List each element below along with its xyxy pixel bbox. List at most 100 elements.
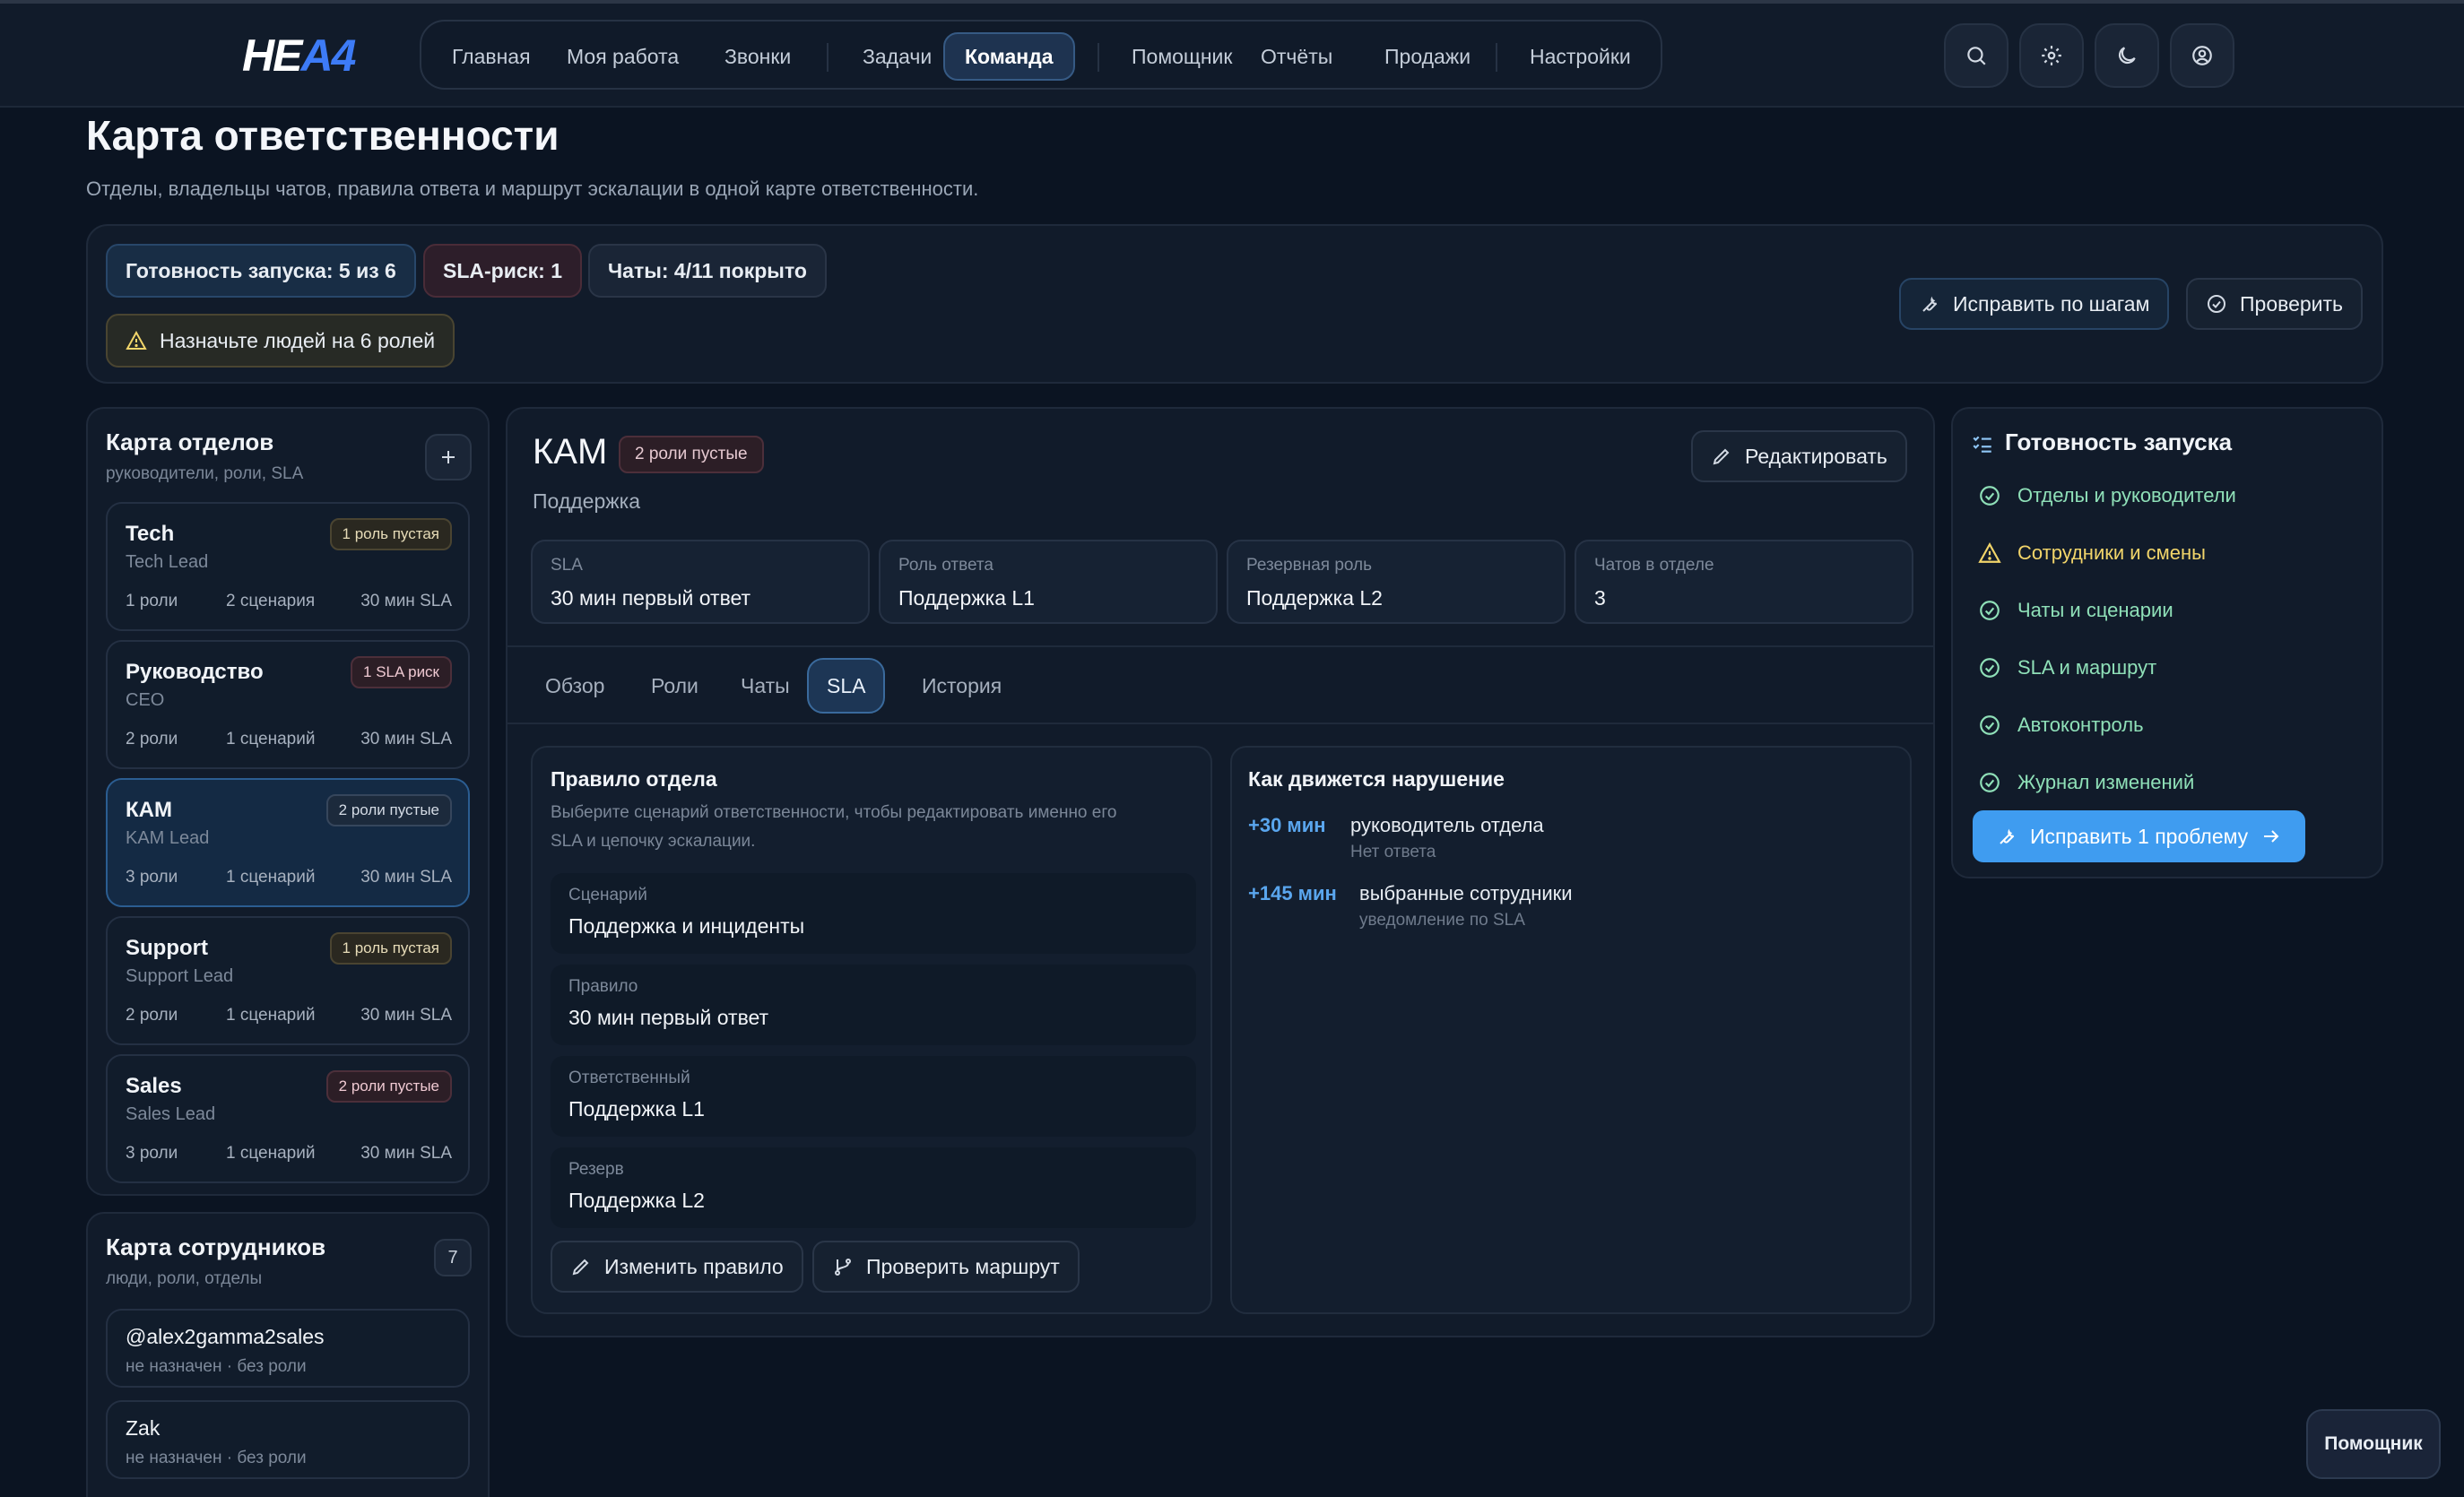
change-rule-button[interactable]: Изменить правило	[551, 1241, 803, 1293]
department-item-kam[interactable]: КАМ KAM Lead 2 роли пустые 3 роли 1 сцен…	[106, 778, 470, 907]
readiness-title: Готовность запуска	[2005, 428, 2233, 455]
department-item-support[interactable]: Support Support Lead 1 роль пустая 2 рол…	[106, 916, 470, 1045]
nav-separator	[827, 43, 829, 72]
stat-sla: SLA 30 мин первый ответ	[531, 540, 870, 624]
tab-chats[interactable]: Чаты	[723, 658, 808, 714]
readiness-item-label: Автоконтроль	[2017, 714, 2144, 736]
readiness-item-chats[interactable]: Чаты и сценарии	[1978, 599, 2173, 622]
employees-title: Карта сотрудников	[106, 1233, 326, 1260]
edit-department-button[interactable]: Редактировать	[1691, 430, 1907, 482]
tab-overview[interactable]: Обзор	[527, 658, 622, 714]
nav-item-settings[interactable]: Настройки	[1510, 32, 1651, 81]
fix-steps-button[interactable]: Исправить по шагам	[1899, 278, 2170, 330]
employees-count-badge: 7	[434, 1239, 472, 1276]
logo-text-blue: А4	[300, 30, 356, 81]
nav-item-calls[interactable]: Звонки	[705, 32, 811, 81]
git-branch-icon	[835, 1259, 851, 1276]
tab-sla[interactable]: SLA	[807, 658, 886, 714]
department-name: Руководство	[126, 660, 264, 684]
settings-button[interactable]	[2019, 23, 2084, 88]
department-item-sales[interactable]: Sales Sales Lead 2 роли пустые 3 роли 1 …	[106, 1054, 470, 1183]
nav-item-tasks[interactable]: Задачи	[843, 32, 951, 81]
employee-item[interactable]: Zak не назначен · без роли	[106, 1400, 470, 1479]
page-subtitle: Отделы, владельцы чатов, правила ответа …	[86, 177, 979, 200]
nav-item-assistant[interactable]: Помощник	[1112, 32, 1252, 81]
rule-field[interactable]: Правило 30 мин первый ответ	[551, 965, 1196, 1045]
search-icon	[1967, 47, 1986, 65]
departments-card: Карта отделов руководители, роли, SLA Te…	[86, 407, 490, 1196]
nav-item-team[interactable]: Команда	[943, 32, 1075, 81]
arrow-right-icon	[2264, 830, 2279, 843]
detail-title: КАМ	[533, 432, 608, 472]
chats-coverage-pill[interactable]: Чаты: 4/11 покрыто	[588, 244, 827, 298]
nav-item-my-work[interactable]: Моя работа	[547, 32, 698, 81]
department-item-tech[interactable]: Tech Tech Lead 1 роль пустая 1 роли 2 сц…	[106, 502, 470, 631]
escalation-step-target: руководитель отдела	[1350, 814, 1544, 836]
app-logo[interactable]: НЕА4	[242, 29, 356, 82]
nav-item-sales[interactable]: Продажи	[1365, 32, 1490, 81]
department-lead: KAM Lead	[126, 828, 210, 848]
stat-label: SLA	[551, 556, 583, 575]
field-value: Поддержка L2	[568, 1189, 705, 1212]
readiness-item-label: SLA и маршрут	[2017, 656, 2157, 679]
department-roles: 3 роли	[126, 868, 178, 887]
field-label: Резерв	[568, 1160, 624, 1179]
field-label: Сценарий	[568, 886, 647, 904]
warning-icon	[1978, 542, 2001, 563]
nav-item-home[interactable]: Главная	[432, 32, 551, 81]
field-label: Правило	[568, 977, 638, 996]
department-badge: 2 роли пустые	[325, 1070, 452, 1103]
search-button[interactable]	[1944, 23, 2009, 88]
readiness-item-autocontrol[interactable]: Автоконтроль	[1978, 714, 2144, 737]
readiness-item-label: Чаты и сценарии	[2017, 599, 2173, 621]
check-circle-icon	[1980, 486, 2000, 506]
readiness-item-sla[interactable]: SLA и маршрут	[1978, 656, 2156, 679]
edit-label: Редактировать	[1745, 444, 1887, 468]
backup-field[interactable]: Резерв Поддержка L2	[551, 1147, 1196, 1228]
responsible-field[interactable]: Ответственный Поддержка L1	[551, 1056, 1196, 1137]
nav-item-reports[interactable]: Отчёты	[1241, 32, 1352, 81]
status-panel: Готовность запуска: 5 из 6 SLA-риск: 1 Ч…	[86, 224, 2383, 384]
department-item-management[interactable]: Руководство CEO 1 SLA риск 2 роли 1 сцен…	[106, 640, 470, 769]
tab-history[interactable]: История	[904, 658, 1019, 714]
stat-response-role: Роль ответа Поддержка L1	[879, 540, 1218, 624]
sla-risk-pill[interactable]: SLA-риск: 1	[423, 244, 582, 298]
employees-card: Карта сотрудников люди, роли, отделы 7 @…	[86, 1212, 490, 1497]
wrench-icon	[1922, 296, 1938, 312]
department-roles: 2 роли	[126, 730, 178, 748]
divider	[508, 723, 1933, 724]
department-detail-card: КАМ 2 роли пустые Поддержка Редактироват…	[506, 407, 1935, 1337]
department-badge: 1 роль пустая	[329, 932, 452, 965]
employee-item[interactable]: @alex2gamma2sales не назначен · без роли	[106, 1309, 470, 1388]
assistant-floating-button[interactable]: Помощник	[2306, 1409, 2441, 1479]
readiness-item-departments[interactable]: Отделы и руководители	[1978, 484, 2236, 507]
check-button[interactable]: Проверить	[2186, 278, 2364, 330]
department-scenarios: 1 сценарий	[226, 868, 316, 887]
fix-steps-label: Исправить по шагам	[1953, 291, 2150, 316]
check-circle-icon	[1980, 773, 2000, 792]
nav-separator	[1496, 43, 1497, 72]
readiness-item-changelog[interactable]: Журнал изменений	[1978, 771, 2194, 794]
employee-name: @alex2gamma2sales	[126, 1325, 325, 1348]
stat-backup-role: Резервная роль Поддержка L2	[1227, 540, 1566, 624]
detail-empty-roles-badge: 2 роли пустые	[619, 436, 764, 473]
top-bar: НЕА4 Главная Моя работа Звонки Задачи Ко…	[0, 0, 2464, 108]
theme-toggle-button[interactable]	[2095, 23, 2159, 88]
stat-value: Поддержка L2	[1246, 586, 1383, 610]
assign-warning-pill[interactable]: Назначьте людей на 6 ролей	[106, 314, 455, 368]
check-route-button[interactable]: Проверить маршрут	[812, 1241, 1080, 1293]
launch-readiness-pill[interactable]: Готовность запуска: 5 из 6	[106, 244, 416, 298]
main-nav: Главная Моя работа Звонки Задачи Команда…	[420, 20, 1662, 90]
readiness-item-staff[interactable]: Сотрудники и смены	[1978, 541, 2206, 565]
add-department-button[interactable]	[425, 434, 472, 480]
profile-button[interactable]	[2170, 23, 2234, 88]
warning-icon	[126, 330, 147, 350]
scenario-field[interactable]: Сценарий Поддержка и инциденты	[551, 873, 1196, 954]
tab-roles[interactable]: Роли	[633, 658, 716, 714]
departments-subtitle: руководители, роли, SLA	[106, 464, 304, 483]
escalation-step-note: уведомление по SLA	[1359, 911, 1525, 930]
field-value: Поддержка и инциденты	[568, 914, 805, 938]
escalation-step-time: +145 мин	[1248, 882, 1337, 904]
fix-problem-button[interactable]: Исправить 1 проблему	[1973, 810, 2306, 862]
check-circle-icon	[1980, 658, 2000, 678]
